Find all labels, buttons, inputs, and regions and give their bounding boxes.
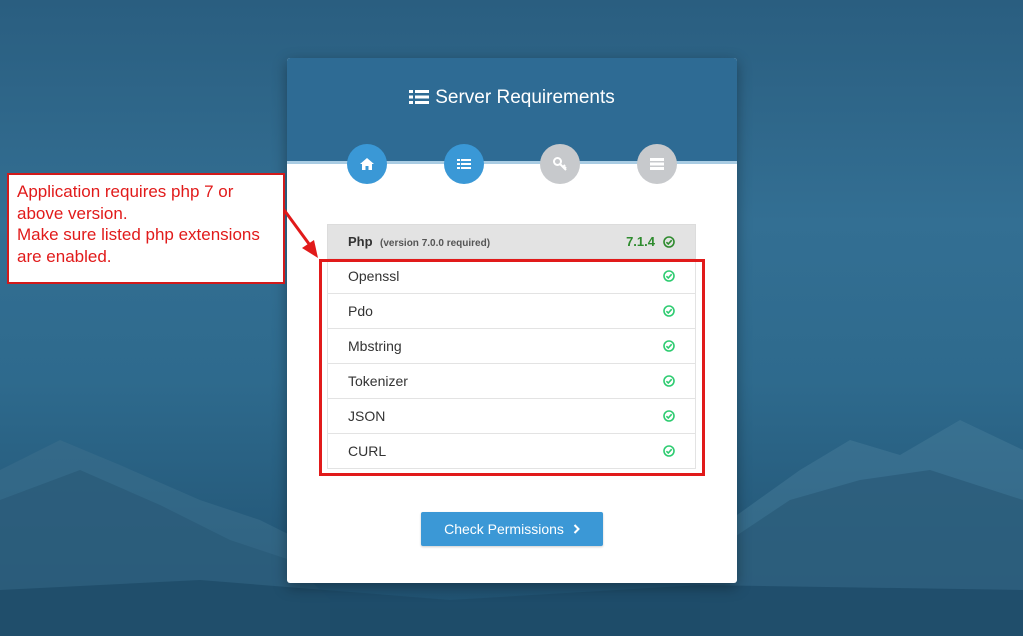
php-label: Php [348,233,373,249]
annotation-line: Application requires php 7 or [17,182,234,201]
page-title: Server Requirements [287,87,737,111]
annotation-line: Make sure listed php extensions [17,225,260,244]
highlight-box [319,259,705,476]
check-permissions-button[interactable]: Check Permissions [421,512,603,546]
chevron-right-icon [573,524,580,534]
home-icon [360,158,374,170]
title-text: Server Requirements [435,87,615,108]
annotation-callout: Application requires php 7 or above vers… [7,173,285,284]
key-icon [553,157,567,171]
annotation-line: are enabled. [17,246,112,266]
step-permissions[interactable] [540,144,580,184]
check-circle-icon [663,235,675,248]
list-icon [457,159,471,169]
annotation-line: above version. [17,203,128,223]
button-label: Check Permissions [444,521,564,537]
php-requirement-row: Php (version 7.0.0 required) 7.1.4 [327,224,696,259]
list-icon [409,89,430,111]
step-requirements[interactable] [444,144,484,184]
step-environment[interactable] [637,144,677,184]
php-note: (version 7.0.0 required) [380,237,491,249]
card-header: Server Requirements [287,58,737,161]
server-icon [650,158,664,170]
php-version: 7.1.4 [626,234,655,249]
step-welcome[interactable] [347,144,387,184]
